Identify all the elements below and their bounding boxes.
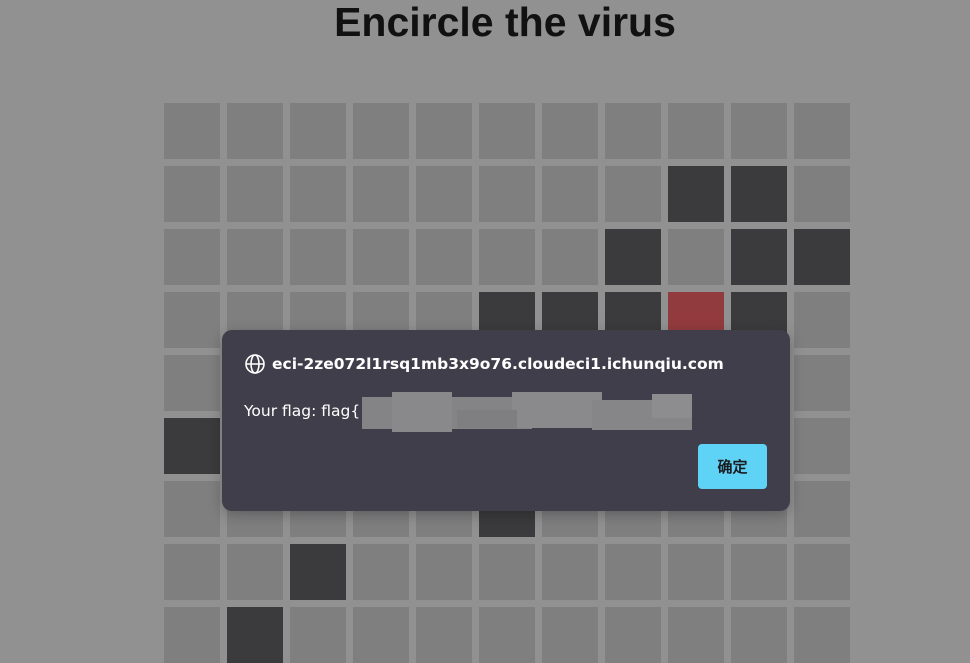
grid-cell[interactable] [668, 103, 724, 159]
grid-cell[interactable] [290, 103, 346, 159]
grid-cell[interactable] [290, 166, 346, 222]
grid-cell[interactable] [542, 607, 598, 663]
grid-cell[interactable] [227, 103, 283, 159]
grid-cell[interactable] [794, 418, 850, 474]
grid-cell[interactable] [164, 544, 220, 600]
wall-cell[interactable] [668, 166, 724, 222]
grid-cell[interactable] [164, 292, 220, 348]
grid-cell[interactable] [416, 166, 472, 222]
alert-origin-text: eci-2ze072l1rsq1mb3x9o76.cloudeci1.ichun… [272, 355, 724, 373]
page-title: Encircle the virus [334, 0, 676, 45]
grid-cell[interactable] [794, 607, 850, 663]
grid-cell[interactable] [794, 103, 850, 159]
wall-cell[interactable] [731, 229, 787, 285]
grid-cell[interactable] [668, 229, 724, 285]
grid-cell[interactable] [416, 607, 472, 663]
grid-cell[interactable] [794, 292, 850, 348]
grid-cell[interactable] [794, 166, 850, 222]
alert-message: Your flag: flag{ [244, 402, 361, 420]
grid-cell[interactable] [479, 103, 535, 159]
grid-cell[interactable] [605, 544, 661, 600]
wall-cell[interactable] [290, 544, 346, 600]
globe-icon [245, 354, 265, 374]
grid-cell[interactable] [731, 103, 787, 159]
wall-cell[interactable] [794, 229, 850, 285]
grid-cell[interactable] [479, 229, 535, 285]
grid-cell[interactable] [164, 229, 220, 285]
grid-cell[interactable] [164, 166, 220, 222]
grid-cell[interactable] [416, 229, 472, 285]
confirm-button[interactable]: 确定 [698, 444, 767, 489]
wall-cell[interactable] [164, 418, 220, 474]
wall-cell[interactable] [227, 607, 283, 663]
grid-cell[interactable] [227, 544, 283, 600]
grid-cell[interactable] [605, 166, 661, 222]
grid-cell[interactable] [479, 544, 535, 600]
grid-cell[interactable] [353, 544, 409, 600]
grid-cell[interactable] [290, 607, 346, 663]
wall-cell[interactable] [731, 166, 787, 222]
grid-cell[interactable] [164, 355, 220, 411]
grid-cell[interactable] [542, 103, 598, 159]
redaction-mask [362, 392, 692, 432]
grid-cell[interactable] [164, 481, 220, 537]
grid-cell[interactable] [668, 544, 724, 600]
grid-cell[interactable] [353, 166, 409, 222]
grid-cell[interactable] [668, 607, 724, 663]
grid-cell[interactable] [290, 229, 346, 285]
grid-cell[interactable] [227, 166, 283, 222]
grid-cell[interactable] [353, 607, 409, 663]
grid-cell[interactable] [416, 544, 472, 600]
grid-cell[interactable] [164, 607, 220, 663]
alert-origin: eci-2ze072l1rsq1mb3x9o76.cloudeci1.ichun… [244, 352, 724, 376]
grid-cell[interactable] [227, 229, 283, 285]
grid-cell[interactable] [353, 103, 409, 159]
grid-cell[interactable] [731, 544, 787, 600]
grid-cell[interactable] [416, 103, 472, 159]
grid-cell[interactable] [542, 544, 598, 600]
grid-cell[interactable] [479, 166, 535, 222]
alert-dialog: eci-2ze072l1rsq1mb3x9o76.cloudeci1.ichun… [222, 330, 790, 511]
grid-cell[interactable] [479, 607, 535, 663]
grid-cell[interactable] [794, 481, 850, 537]
grid-cell[interactable] [542, 166, 598, 222]
grid-cell[interactable] [542, 229, 598, 285]
grid-cell[interactable] [353, 229, 409, 285]
grid-cell[interactable] [794, 355, 850, 411]
grid-cell[interactable] [605, 607, 661, 663]
grid-cell[interactable] [731, 607, 787, 663]
grid-cell[interactable] [605, 103, 661, 159]
grid-cell[interactable] [794, 544, 850, 600]
wall-cell[interactable] [605, 229, 661, 285]
grid-cell[interactable] [164, 103, 220, 159]
